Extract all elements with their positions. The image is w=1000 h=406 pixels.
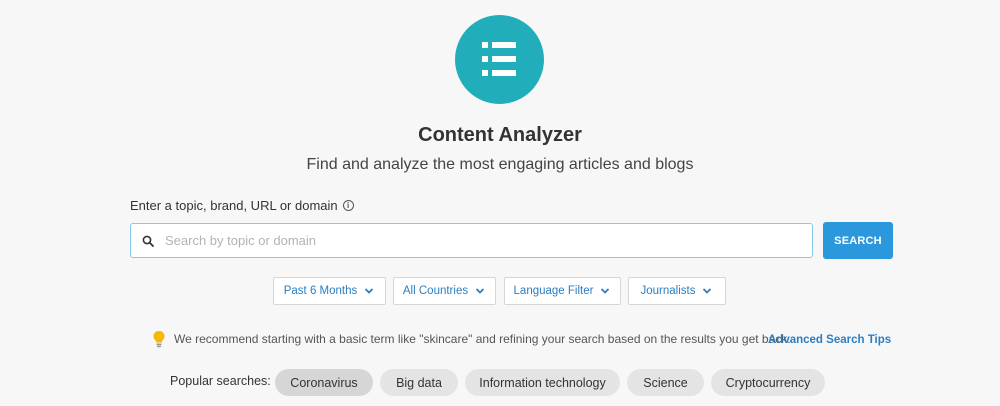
search-input[interactable] [165,224,812,257]
list-icon [482,42,516,76]
popular-chip-science[interactable]: Science [627,369,704,396]
popular-chip-coronavirus[interactable]: Coronavirus [275,369,373,396]
journalists-label: Journalists [640,285,696,297]
search-button[interactable]: SEARCH [823,222,893,259]
content-analyzer-logo [455,15,544,104]
country-dropdown[interactable]: All Countries [393,277,496,305]
page-subtitle: Find and analyze the most engaging artic… [306,156,694,173]
page-title: Content Analyzer [418,124,582,146]
tip-text: We recommend starting with a basic term … [174,332,791,346]
search-icon [131,235,165,247]
popular-chip-cryptocurrency[interactable]: Cryptocurrency [711,369,825,396]
chevron-down-icon [703,288,712,294]
popular-chip-information-technology[interactable]: Information technology [465,369,620,396]
journalists-dropdown[interactable]: Journalists [628,277,726,305]
popular-chip-big-data[interactable]: Big data [380,369,458,396]
search-label: Enter a topic, brand, URL or domain i [130,198,354,213]
language-filter-label: Language Filter [513,285,594,297]
lightbulb-icon [153,331,165,348]
popular-searches-label: Popular searches: [170,374,271,388]
date-range-label: Past 6 Months [283,285,358,297]
advanced-search-tips-link[interactable]: Advanced Search Tips [768,334,891,346]
date-range-dropdown[interactable]: Past 6 Months [273,277,386,305]
info-icon[interactable]: i [342,200,354,211]
search-label-text: Enter a topic, brand, URL or domain [130,198,338,213]
search-box [130,223,813,258]
search-tip: We recommend starting with a basic term … [152,330,791,348]
country-label: All Countries [402,285,469,297]
chevron-down-icon [365,288,374,294]
chevron-down-icon [475,288,485,294]
chevron-down-icon [601,288,610,294]
language-filter-dropdown[interactable]: Language Filter [504,277,621,305]
